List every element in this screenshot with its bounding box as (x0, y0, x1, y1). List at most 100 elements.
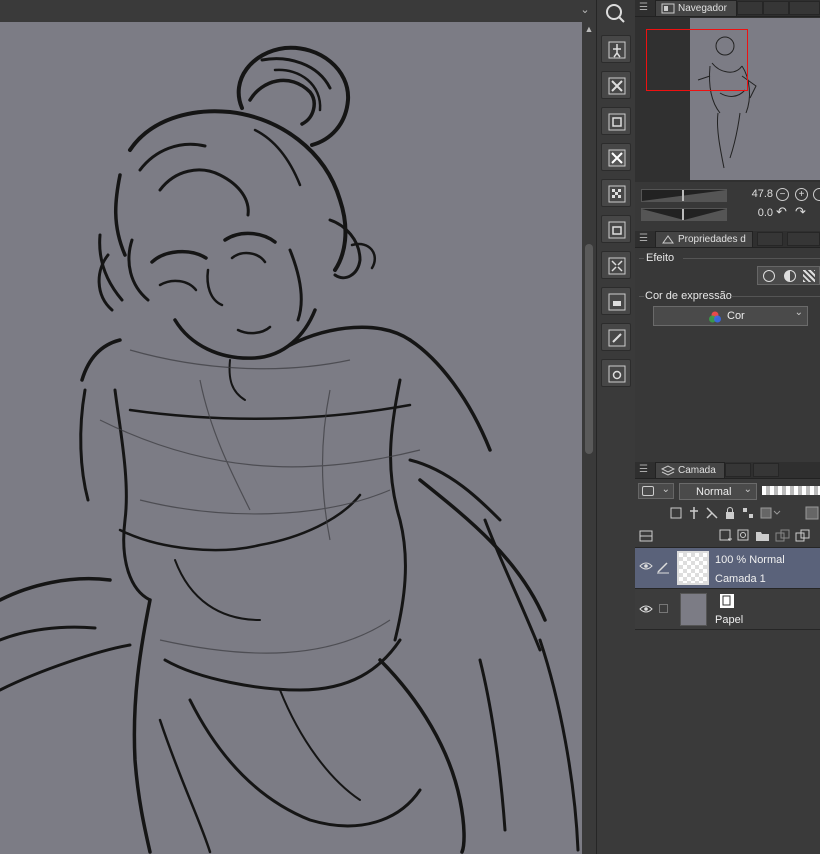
effect-none-icon[interactable] (763, 270, 775, 282)
blend-mode-value: Normal (696, 486, 732, 498)
divider (639, 296, 644, 297)
layer-toolbar (635, 503, 820, 548)
opacity-slider[interactable] (762, 486, 820, 495)
eye-icon[interactable] (639, 561, 653, 571)
rotate-right-icon[interactable]: ↷ (795, 204, 806, 220)
new-vector-layer-icon[interactable] (737, 529, 751, 543)
navigator-view-frame[interactable] (646, 29, 748, 91)
zoom-value: 47.8 (751, 188, 773, 200)
properties-icon (662, 235, 674, 244)
effect-label: Efeito (646, 252, 675, 264)
canvas-topbar: ⌄ (0, 0, 596, 23)
effect-tone-icon[interactable] (803, 270, 815, 282)
layer-blend-row: ⌄ Normal ⌄ (635, 479, 820, 503)
layer-row-papel[interactable]: Papel (635, 589, 820, 630)
zoom-out-icon[interactable]: − (776, 188, 789, 201)
layer-opacity-mode: 100 % Normal (715, 554, 785, 566)
paper-thumbnail (680, 593, 707, 626)
expression-color-dropdown[interactable]: Cor ⌄ (653, 306, 808, 326)
zoom-search-icon[interactable] (605, 3, 625, 23)
transform-button[interactable] (601, 251, 631, 279)
transparency-button[interactable] (601, 179, 631, 207)
effect-buttons (757, 266, 820, 285)
zoom-in-icon[interactable]: + (795, 188, 808, 201)
navigator-preview[interactable] (635, 17, 820, 182)
color-circles-icon (709, 311, 721, 323)
tab-navigator[interactable]: Navegador (655, 0, 737, 16)
tab-sub-view[interactable] (737, 1, 763, 15)
tab-properties-label: Propriedades d (678, 234, 746, 245)
camera-button[interactable] (601, 359, 631, 387)
right-panel-area: ☰ Navegador 47.8 − + 0.0 ↶ ↷ ☰ Proprieda… (635, 0, 820, 854)
navigator-tabbar: ☰ Navegador (635, 0, 820, 17)
divider (683, 258, 820, 259)
layer-name: Papel (715, 614, 744, 626)
divider (639, 258, 644, 259)
rotation-value: 0.0 (757, 207, 773, 219)
tab-navigator-label: Navegador (678, 3, 727, 14)
sketch-drawing (0, 45, 580, 854)
chevron-down-icon: ⌄ (794, 307, 803, 318)
edit-button[interactable] (601, 323, 631, 351)
rotate-left-icon[interactable]: ↶ (776, 204, 787, 220)
rotation-slider[interactable] (641, 208, 727, 221)
tab-brush-size[interactable] (757, 232, 783, 246)
transfer-layer-icon[interactable] (775, 529, 791, 543)
merge-layer-icon[interactable] (795, 529, 811, 543)
tab-layer[interactable]: Camada (655, 462, 725, 478)
blend-mode-dropdown[interactable]: Normal ⌄ (679, 483, 757, 500)
canvas-vertical-scrollbar[interactable]: ▲ (582, 22, 596, 854)
person-pose-button[interactable] (601, 35, 631, 63)
divider (731, 296, 820, 297)
scroll-up-icon[interactable]: ▲ (584, 24, 594, 34)
tab-search[interactable] (787, 232, 820, 246)
grip-icon[interactable]: ☰ (639, 3, 648, 13)
lock-icon[interactable] (723, 506, 737, 520)
new-folder-icon[interactable] (755, 529, 771, 543)
clear-button[interactable] (601, 143, 631, 171)
properties-tabbar: ☰ Propriedades d (635, 231, 820, 248)
tab-properties[interactable]: Propriedades d (655, 231, 753, 247)
layer-list-empty-area (635, 630, 820, 854)
scrollbar-thumb[interactable] (585, 244, 593, 454)
layer-color-dropdown[interactable]: ⌄ (638, 483, 674, 499)
reference-icon[interactable] (687, 506, 701, 520)
tab-sub-tool[interactable] (763, 1, 789, 15)
navigator-icon (661, 3, 675, 14)
tab-layer-label: Camada (678, 465, 716, 476)
pencil-icon[interactable] (656, 560, 670, 574)
grip-icon[interactable]: ☰ (639, 465, 648, 475)
layer-name: Camada 1 (715, 573, 766, 585)
grip-icon[interactable]: ☰ (639, 234, 648, 244)
command-toolbar (596, 0, 636, 854)
tab-info[interactable] (789, 1, 820, 15)
fit-zoom-icon[interactable] (813, 188, 820, 201)
mask-icon[interactable] (759, 506, 783, 520)
eye-icon[interactable] (639, 604, 653, 614)
expression-color-value: Cor (727, 310, 745, 322)
draft-icon[interactable] (705, 506, 719, 520)
zoom-slider[interactable] (641, 189, 727, 202)
lock-transparency-icon[interactable] (741, 506, 755, 520)
fill-button[interactable] (601, 287, 631, 315)
tab-history[interactable] (725, 463, 751, 477)
effect-border-icon[interactable] (784, 270, 796, 282)
canvas-menu-chevron-icon[interactable]: ⌄ (578, 3, 592, 17)
clip-icon[interactable] (669, 506, 683, 520)
palette-icon[interactable] (805, 506, 819, 520)
drawing-canvas[interactable] (0, 22, 582, 854)
layer-list-icon[interactable] (639, 529, 653, 543)
paper-icon (720, 594, 734, 608)
layers-icon (661, 465, 675, 476)
layer-row-camada-1[interactable]: 100 % Normal Camada 1 (635, 548, 820, 589)
tab-layer-extra[interactable] (753, 463, 779, 477)
layer-tabbar: ☰ Camada (635, 462, 820, 479)
new-raster-layer-icon[interactable] (719, 529, 733, 543)
save-button[interactable] (601, 107, 631, 135)
chevron-down-icon: ⌄ (661, 484, 670, 495)
edit-target-box[interactable] (659, 604, 668, 613)
layer-thumbnail (677, 551, 709, 585)
chevron-down-icon: ⌄ (743, 484, 752, 495)
close-file-button[interactable] (601, 71, 631, 99)
new-layer-button[interactable] (601, 215, 631, 243)
